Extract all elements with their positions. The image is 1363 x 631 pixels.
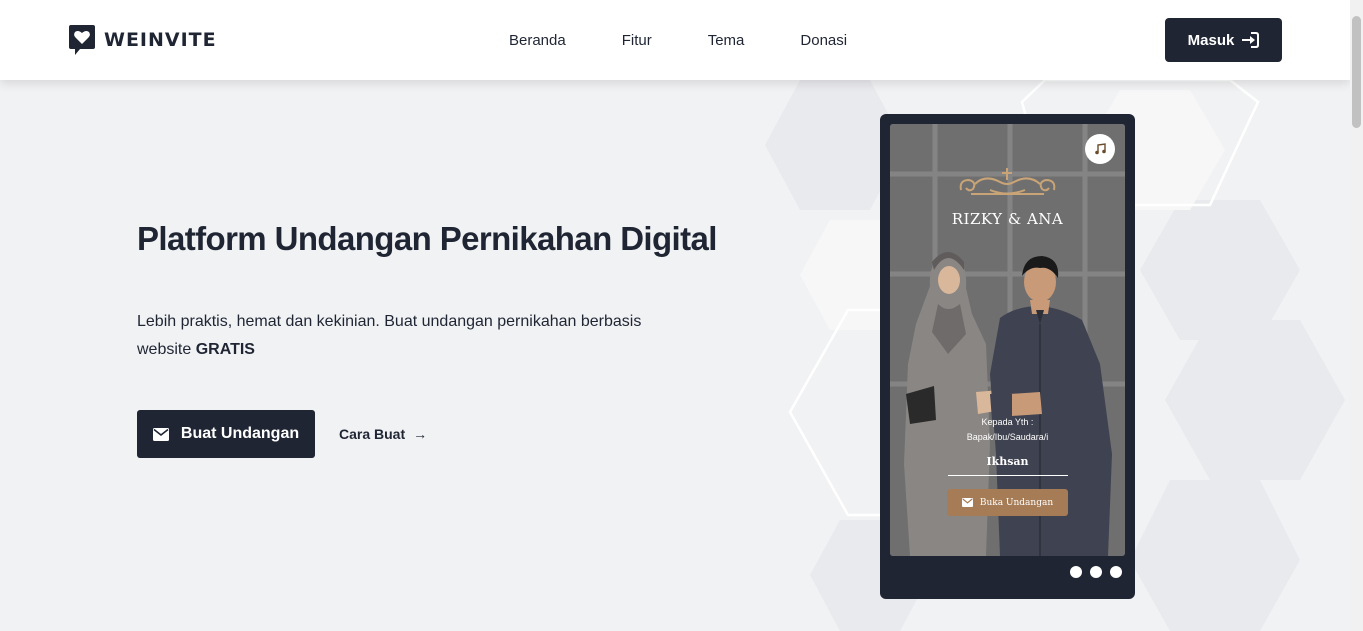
open-invitation-label: Buka Undangan bbox=[979, 497, 1054, 508]
invitation-preview-phone: RIZKY & ANA Kepada Yth : Bapak/Ibu/Sauda… bbox=[880, 114, 1135, 599]
login-button[interactable]: Masuk bbox=[1165, 18, 1282, 62]
greeting-line-1: Kepada Yth : bbox=[981, 417, 1034, 427]
carousel-dots bbox=[1070, 566, 1130, 578]
greeting-text: Kepada Yth : Bapak/Ibu/Saudara/i bbox=[890, 415, 1125, 445]
how-to-create-label: Cara Buat bbox=[339, 426, 406, 442]
carousel-dot-1[interactable] bbox=[1070, 566, 1082, 578]
open-invitation-button[interactable]: Buka Undangan bbox=[947, 489, 1068, 516]
carousel-dot-3[interactable] bbox=[1110, 566, 1122, 578]
nav-item-beranda[interactable]: Beranda bbox=[509, 32, 566, 49]
hero-description-bold: GRATIS bbox=[195, 341, 255, 358]
greeting-line-2: Bapak/Ibu/Saudara/i bbox=[966, 432, 1049, 442]
envelope-icon bbox=[961, 498, 973, 507]
brand-logo[interactable]: WEINVITE bbox=[68, 24, 217, 56]
sign-in-icon bbox=[1242, 32, 1260, 48]
envelope-icon bbox=[152, 427, 169, 441]
nav-item-donasi[interactable]: Donasi bbox=[800, 32, 847, 49]
nav-item-fitur[interactable]: Fitur bbox=[622, 32, 652, 49]
hero-description: Lebih praktis, hemat dan kekinian. Buat … bbox=[137, 308, 677, 364]
guest-name-divider bbox=[948, 475, 1068, 476]
music-toggle-button[interactable] bbox=[1085, 134, 1115, 164]
main-nav: Beranda Fitur Tema Donasi bbox=[509, 32, 903, 49]
music-note-icon bbox=[1095, 143, 1106, 155]
site-header: WEINVITE Beranda Fitur Tema Donasi Masuk bbox=[0, 0, 1350, 80]
heart-chat-icon bbox=[69, 25, 95, 55]
page-scrollbar[interactable] bbox=[1350, 0, 1363, 631]
hero-title: Platform Undangan Pernikahan Digital bbox=[137, 220, 717, 257]
scrollbar-thumb[interactable] bbox=[1352, 16, 1361, 128]
gold-ornament-icon bbox=[959, 168, 1056, 195]
couple-names: RIZKY & ANA bbox=[951, 210, 1064, 228]
create-invitation-button[interactable]: Buat Undangan bbox=[137, 410, 315, 458]
carousel-dot-2[interactable] bbox=[1090, 566, 1102, 578]
arrow-right-icon: → bbox=[413, 426, 428, 442]
create-invitation-label: Buat Undangan bbox=[180, 425, 300, 442]
login-button-label: Masuk bbox=[1187, 31, 1235, 49]
how-to-create-link[interactable]: Cara Buat → bbox=[339, 426, 427, 442]
invitation-preview-screen: RIZKY & ANA Kepada Yth : Bapak/Ibu/Sauda… bbox=[890, 124, 1125, 556]
brand-name: WEINVITE bbox=[104, 29, 217, 51]
guest-name: Ikhsan bbox=[986, 455, 1029, 468]
nav-item-tema[interactable]: Tema bbox=[708, 32, 745, 49]
